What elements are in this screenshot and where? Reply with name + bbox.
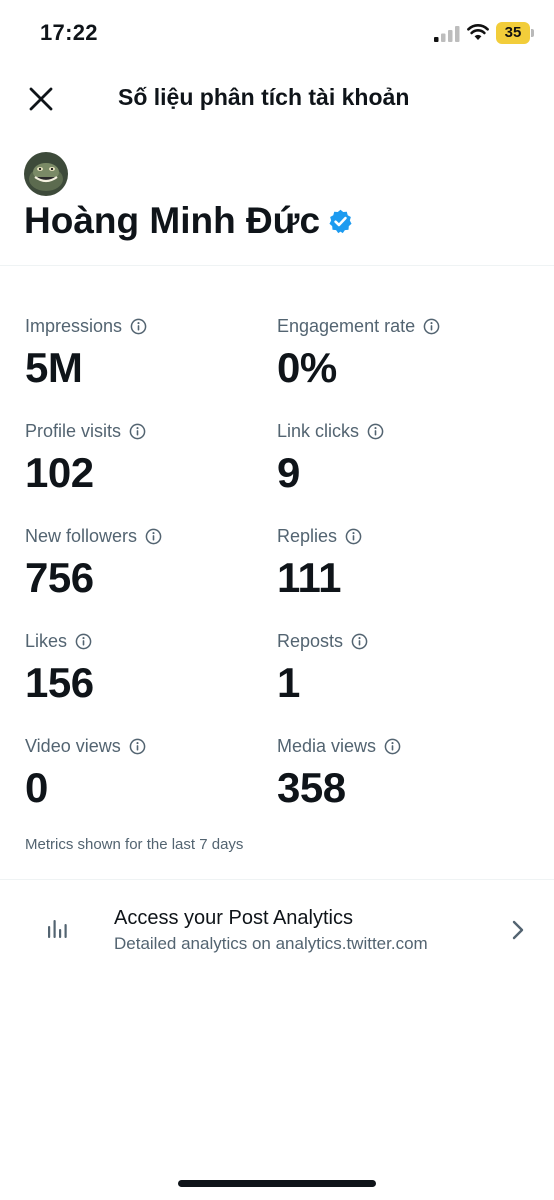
info-icon[interactable] (384, 738, 401, 755)
metric-reposts: Reposts 1 (277, 628, 527, 728)
close-icon (29, 87, 53, 111)
info-icon[interactable] (145, 528, 162, 545)
post-analytics-subtitle: Detailed analytics on analytics.twitter.… (114, 934, 428, 953)
info-icon[interactable] (351, 633, 368, 650)
info-icon[interactable] (367, 423, 384, 440)
cellular-signal-icon (434, 26, 460, 42)
metric-video-views: Video views 0 (25, 733, 275, 833)
metric-value: 102 (25, 449, 94, 496)
metric-label-wrap: Profile visits (25, 418, 275, 444)
metric-label: Reposts (277, 630, 344, 651)
metric-value: 156 (25, 659, 94, 706)
metric-media-views: Media views 358 (277, 733, 527, 833)
wifi-icon (467, 24, 489, 40)
metric-label-wrap: New followers (25, 523, 275, 549)
metric-likes: Likes 156 (25, 628, 275, 728)
metric-label: Impressions (25, 315, 123, 336)
metric-label: Replies (277, 525, 338, 546)
home-indicator[interactable] (178, 1180, 376, 1187)
metric-label-wrap: Likes (25, 628, 275, 654)
metric-label: Link clicks (277, 420, 360, 441)
info-icon[interactable] (130, 318, 147, 335)
divider (0, 265, 554, 266)
metric-label: Profile visits (25, 420, 122, 441)
profile-section: Hoàng Minh Đức (0, 150, 554, 265)
metric-value: 0% (277, 344, 337, 391)
metric-value: 0 (25, 764, 48, 811)
metric-value: 756 (25, 554, 94, 601)
info-icon[interactable] (129, 738, 146, 755)
metric-engagement-rate: Engagement rate 0% (277, 313, 527, 413)
avatar[interactable] (24, 152, 68, 196)
info-icon[interactable] (423, 318, 440, 335)
metric-label-wrap: Media views (277, 733, 527, 759)
avatar-image (24, 152, 68, 196)
metrics-footnote: Metrics shown for the last 7 days (25, 836, 244, 853)
metric-value: 358 (277, 764, 346, 811)
verified-badge-icon (329, 209, 352, 234)
metric-value: 5M (25, 344, 83, 391)
metric-label: Media views (277, 735, 377, 756)
status-time: 17:22 (40, 20, 98, 45)
metric-label-wrap: Replies (277, 523, 527, 549)
header: Số liệu phân tích tài khoản (0, 70, 554, 130)
metric-value: 1 (277, 659, 300, 706)
metric-label-wrap: Link clicks (277, 418, 527, 444)
chevron-right-icon (512, 920, 524, 940)
battery-level: 35 (504, 24, 522, 41)
metric-value: 9 (277, 449, 300, 496)
metric-label-wrap: Engagement rate (277, 313, 527, 339)
metric-new-followers: New followers 756 (25, 523, 275, 623)
bar-chart-icon (48, 920, 67, 938)
status-bar: 17:22 35 (0, 0, 554, 70)
metric-value: 111 (277, 554, 341, 601)
info-icon[interactable] (345, 528, 362, 545)
metric-link-clicks: Link clicks 9 (277, 418, 527, 518)
profile-name: Hoàng Minh Đức (24, 200, 321, 241)
metric-label-wrap: Video views (25, 733, 275, 759)
metric-impressions: Impressions 5M (25, 313, 275, 413)
info-icon[interactable] (75, 633, 92, 650)
page-title: Số liệu phân tích tài khoản (118, 84, 410, 110)
battery-icon: 35 (496, 22, 534, 44)
post-analytics-title: Access your Post Analytics (114, 907, 353, 929)
close-button[interactable] (22, 82, 58, 118)
metric-label: Engagement rate (277, 315, 416, 336)
metric-label: New followers (25, 525, 138, 546)
info-icon[interactable] (129, 423, 146, 440)
post-analytics-link[interactable]: Access your Post Analytics Detailed anal… (0, 880, 554, 980)
battery-tip (531, 29, 534, 37)
metric-label: Video views (25, 735, 121, 756)
metric-label-wrap: Impressions (25, 313, 275, 339)
metric-replies: Replies 111 (277, 523, 527, 623)
metric-profile-visits: Profile visits 102 (25, 418, 275, 518)
metric-label-wrap: Reposts (277, 628, 527, 654)
metric-label: Likes (25, 630, 68, 651)
